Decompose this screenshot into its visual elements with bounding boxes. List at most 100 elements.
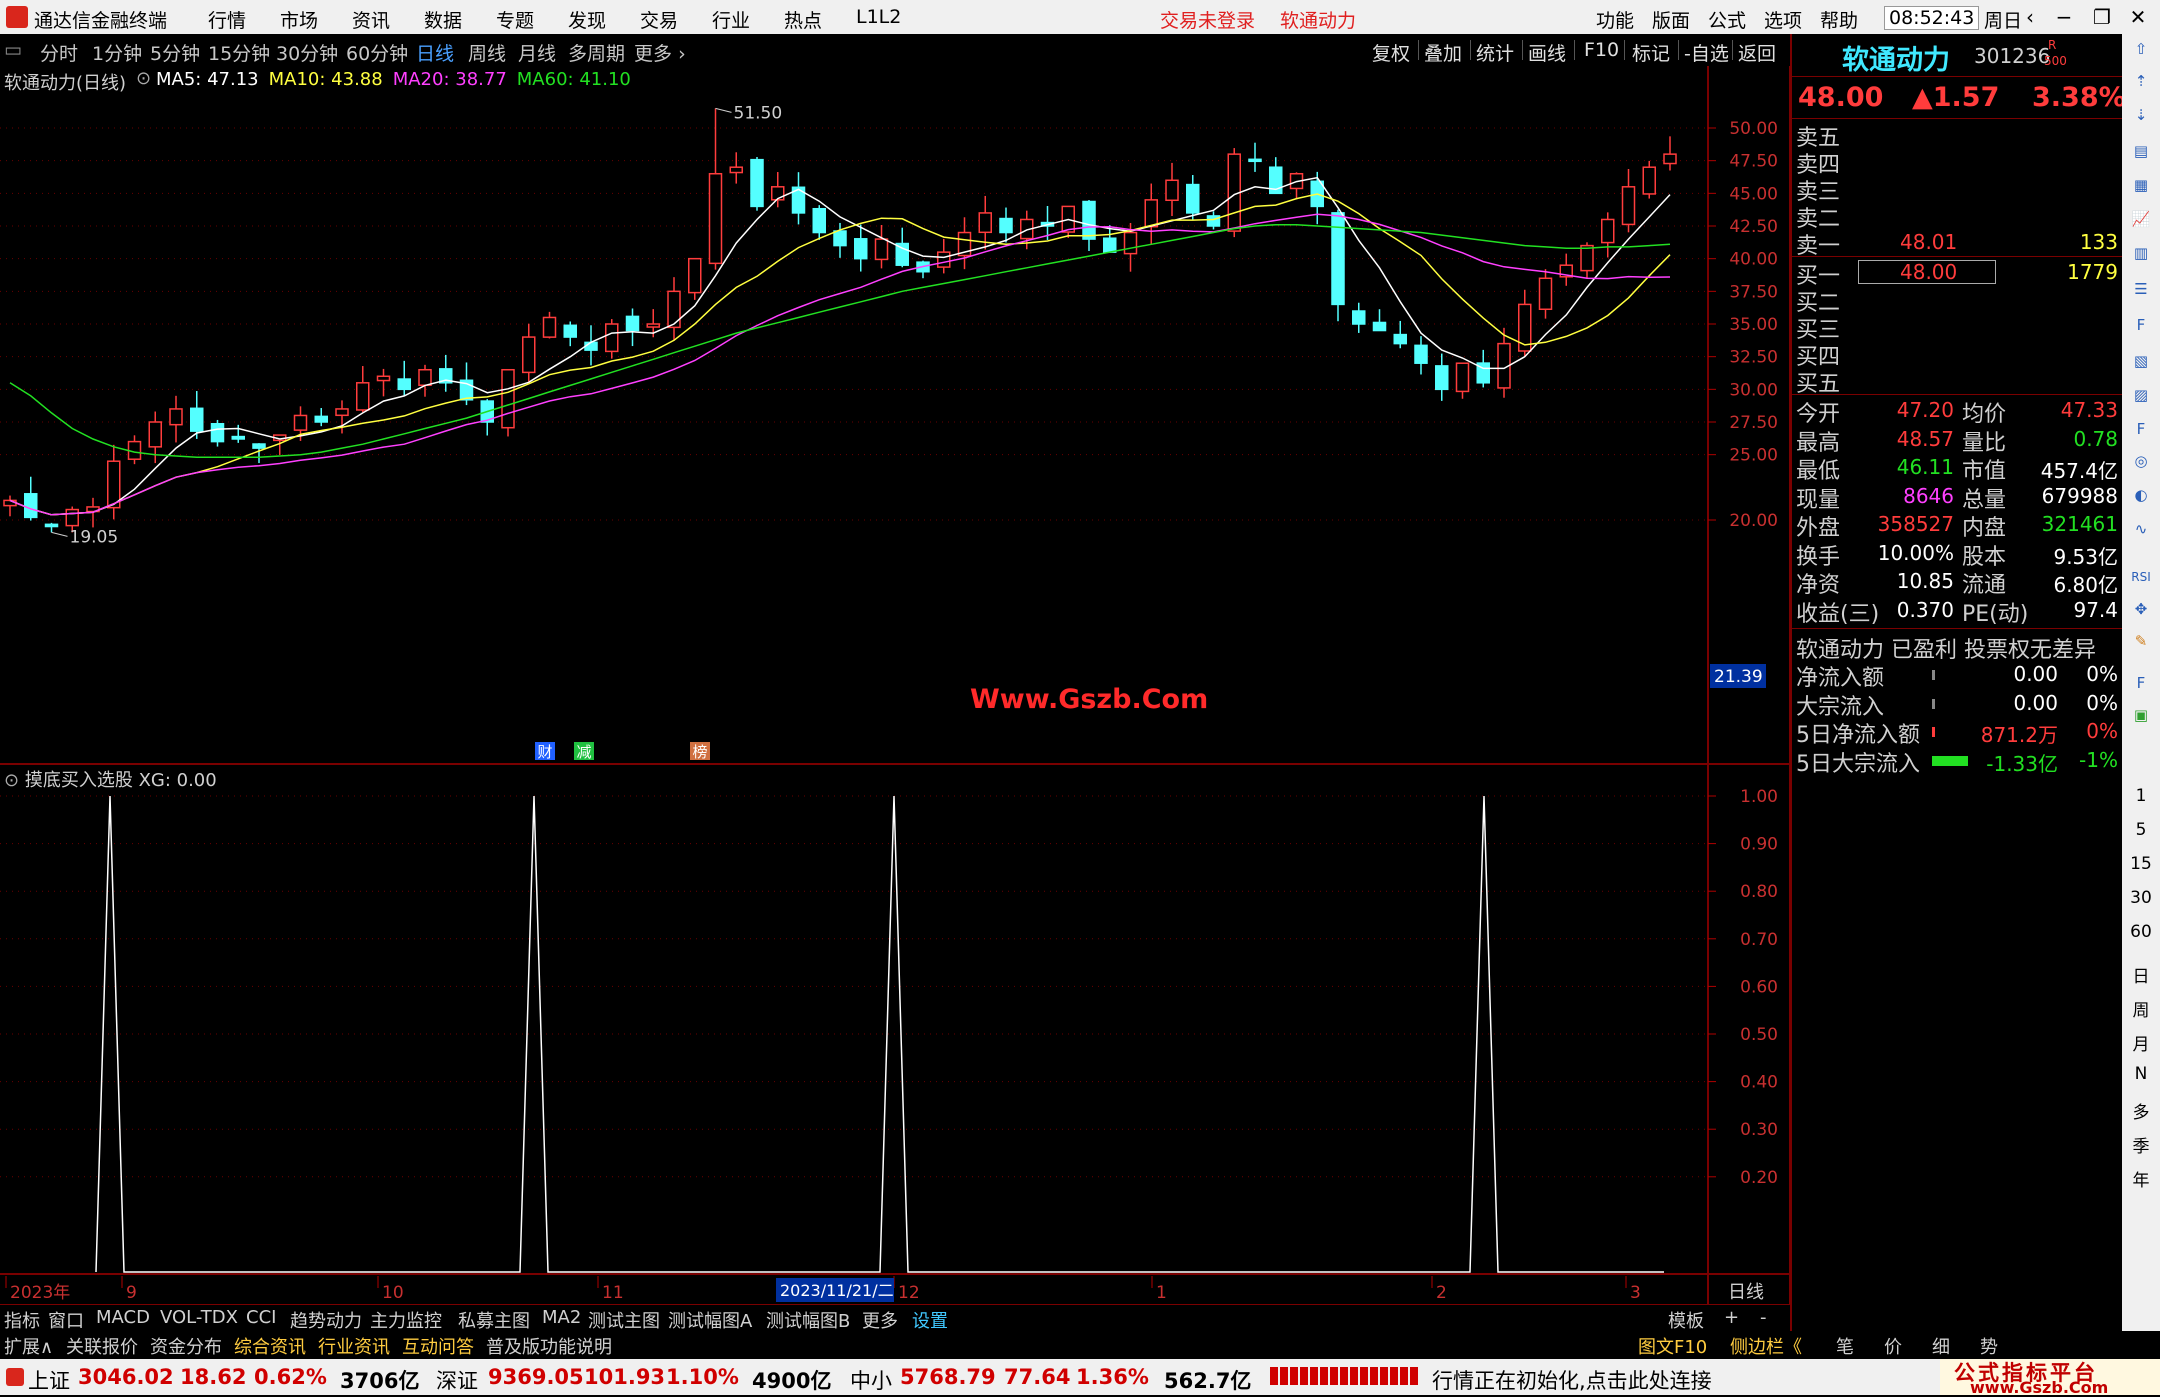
candle-body[interactable] — [376, 375, 391, 382]
mini-tab[interactable]: 细 — [1932, 1333, 1950, 1359]
candle-body[interactable] — [563, 324, 577, 338]
kline-icon[interactable]: ▥ — [2129, 244, 2153, 266]
indicator-tab[interactable]: 主力监控 — [370, 1307, 442, 1333]
candle-body[interactable] — [833, 230, 847, 247]
candle-body[interactable] — [1082, 200, 1096, 240]
candle-body[interactable] — [252, 443, 266, 449]
period-tab[interactable]: 分时 — [40, 39, 78, 66]
gauge-icon[interactable]: ◐ — [2129, 486, 2153, 508]
candle-body[interactable] — [1103, 237, 1117, 253]
restore-icon[interactable]: ❐ — [2088, 3, 2116, 31]
close-icon[interactable]: ✕ — [2124, 3, 2152, 31]
candle-body[interactable] — [1580, 244, 1594, 272]
connection-status[interactable]: 行情正在初始化,点击此处连接 — [1432, 1365, 1712, 1395]
list-icon[interactable]: ☰ — [2129, 280, 2153, 302]
candle-body[interactable] — [418, 368, 432, 387]
period-tab[interactable]: 15分钟 — [208, 39, 270, 66]
candle-body[interactable] — [1372, 321, 1387, 332]
period-shortcut[interactable]: 15 — [2122, 854, 2160, 874]
indicator-tab[interactable]: MA2 — [542, 1307, 581, 1328]
extension-tab[interactable]: 扩展∧ — [4, 1333, 53, 1359]
more-periods[interactable]: 更多 › — [634, 39, 686, 66]
indicator-tab[interactable]: 测试主图 — [588, 1307, 660, 1333]
menu-item[interactable]: 选项 — [1764, 6, 1802, 33]
candle-body[interactable] — [1642, 166, 1656, 195]
extension-tab[interactable]: 互动问答 — [402, 1333, 474, 1359]
indicator-tab[interactable]: 窗口 — [48, 1307, 84, 1333]
pen-icon[interactable]: ✎ — [2129, 632, 2153, 654]
candle-body[interactable] — [522, 336, 536, 374]
candle-body[interactable] — [169, 408, 183, 426]
extension-tab[interactable]: 普及版功能说明 — [486, 1333, 612, 1359]
indicator-tab[interactable]: 更多 — [862, 1307, 898, 1333]
menu-item[interactable]: 交易 — [640, 6, 678, 33]
candle-body[interactable] — [1455, 362, 1470, 393]
candle-body[interactable] — [1435, 365, 1449, 391]
period-shortcut[interactable]: 周 — [2122, 996, 2160, 1021]
menu-item[interactable]: 行情 — [208, 6, 246, 33]
candle-body[interactable] — [1414, 344, 1428, 364]
extension-tab[interactable]: 综合资讯 — [234, 1333, 306, 1359]
index-label[interactable]: 中小 — [850, 1365, 892, 1395]
indicator-tab[interactable]: VOL-TDX — [160, 1307, 238, 1328]
remove-window-button[interactable]: - — [1760, 1307, 1767, 1328]
f10-button[interactable]: 图文F10 — [1638, 1333, 1707, 1359]
candle-body[interactable] — [605, 323, 619, 353]
candle-body[interactable] — [24, 493, 38, 519]
candle-body[interactable] — [148, 421, 162, 448]
period-shortcut[interactable]: 1 — [2122, 786, 2160, 806]
candle-body[interactable] — [231, 435, 245, 440]
grid-icon[interactable]: ▦ — [2129, 176, 2153, 198]
period-shortcut[interactable]: 30 — [2122, 888, 2160, 908]
menu-item[interactable]: 功能 — [1596, 6, 1634, 33]
extension-tab[interactable]: 关联报价 — [66, 1333, 138, 1359]
candle-body[interactable] — [44, 523, 59, 528]
extension-tab[interactable]: 行业资讯 — [318, 1333, 390, 1359]
candle-body[interactable] — [874, 238, 889, 261]
candle-body[interactable] — [1621, 186, 1636, 226]
period-tab[interactable]: 月线 — [518, 39, 556, 66]
template-button[interactable]: 模板 — [1668, 1307, 1704, 1333]
period-tab[interactable]: 5分钟 — [150, 39, 200, 66]
candle-body[interactable] — [854, 238, 868, 260]
period-shortcut[interactable]: N — [2122, 1064, 2160, 1084]
menu-item[interactable]: 帮助 — [1820, 6, 1858, 33]
indicator-tab[interactable]: 趋势动力 — [290, 1307, 362, 1333]
candle-body[interactable] — [688, 257, 702, 294]
menu-item[interactable]: 数据 — [424, 6, 462, 33]
period-tab[interactable]: 1分钟 — [92, 39, 142, 66]
candle-body[interactable] — [1123, 231, 1138, 255]
candle-body[interactable] — [812, 207, 826, 234]
candle-body[interactable] — [397, 378, 411, 391]
index-label[interactable]: 深证 — [436, 1365, 478, 1395]
candle-body[interactable] — [1538, 277, 1553, 311]
candle-body[interactable] — [1165, 179, 1179, 202]
candle-body[interactable] — [1393, 333, 1407, 345]
extension-tab[interactable]: 资金分布 — [150, 1333, 222, 1359]
menu-item[interactable]: L1L2 — [856, 6, 901, 28]
fs-icon[interactable]: F — [2129, 674, 2153, 696]
stock-notice[interactable]: 软通动力 — [1280, 6, 1356, 33]
kline-chart[interactable]: 50.00 47.50 45.00 42.50 40.00 37.50 35.00 32.50… — [0, 66, 1790, 1305]
indicator-tab[interactable]: 指标 — [4, 1307, 40, 1333]
rsi-icon[interactable]: RSI — [2129, 570, 2153, 592]
candle-body[interactable] — [1663, 153, 1677, 165]
tool-button[interactable]: 复权 — [1372, 39, 1410, 66]
period-shortcut[interactable]: 多 — [2122, 1098, 2160, 1123]
candle-body[interactable] — [190, 407, 204, 432]
candle-body[interactable] — [501, 368, 515, 429]
candle-body[interactable] — [937, 251, 951, 268]
wave-icon[interactable]: ∿ — [2129, 520, 2153, 542]
down-icon[interactable]: ⇣ — [2129, 106, 2153, 128]
move-icon[interactable]: ✥ — [2129, 600, 2153, 622]
tool-button[interactable]: 统计 — [1476, 39, 1514, 66]
period-tab[interactable]: 周线 — [468, 39, 506, 66]
tool-button[interactable]: 画线 — [1528, 39, 1566, 66]
candle-body[interactable] — [1186, 183, 1200, 214]
trade-login-notice[interactable]: 交易未登录 — [1160, 6, 1255, 33]
period-tab[interactable]: 60分钟 — [346, 39, 408, 66]
indicator-tab[interactable]: MACD — [96, 1307, 150, 1328]
tool-button[interactable]: -自选 — [1684, 39, 1729, 66]
period-shortcut[interactable]: 月 — [2122, 1030, 2160, 1055]
chart-icon[interactable]: ▤ — [2129, 142, 2153, 164]
